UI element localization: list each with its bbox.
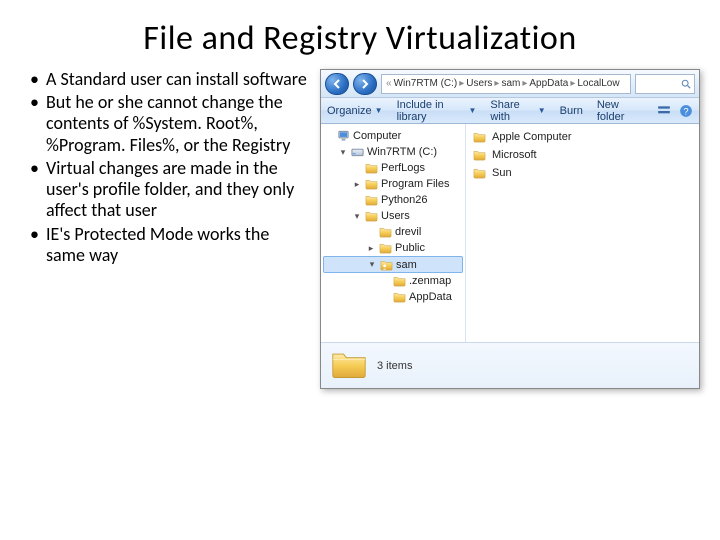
share-with-button[interactable]: Share with▼ <box>490 99 545 123</box>
tree-node[interactable]: Python26 <box>323 192 463 208</box>
folder-icon <box>364 178 378 190</box>
tree-node-label: AppData <box>409 291 452 303</box>
drive-icon <box>350 146 364 158</box>
list-item-label: Microsoft <box>492 149 537 161</box>
expander-icon[interactable]: ▾ <box>339 147 347 158</box>
folder-icon <box>378 226 392 238</box>
folder-icon <box>364 210 378 222</box>
tree-node-label: .zenmap <box>409 275 451 287</box>
tree-node-label: Users <box>381 210 410 222</box>
list-item-label: Apple Computer <box>492 131 572 143</box>
tree-node-label: Computer <box>353 130 401 142</box>
view-options-icon[interactable] <box>657 104 671 118</box>
expander-icon[interactable]: ▸ <box>367 243 375 254</box>
chevron-right-icon: ▸ <box>570 78 575 89</box>
folder-icon <box>364 194 378 206</box>
arrow-left-icon <box>332 79 342 89</box>
content-pane[interactable]: Apple Computer Microsoft Sun <box>466 124 699 342</box>
breadcrumb-segment[interactable]: Users <box>466 78 492 89</box>
details-pane: 3 items <box>321 342 699 388</box>
tree-node[interactable]: ▾ Win7RTM (C:) <box>323 144 463 160</box>
folder-icon <box>472 131 486 143</box>
chevron-down-icon: ▼ <box>538 106 546 115</box>
tree-node[interactable]: Computer <box>323 128 463 144</box>
folder-icon <box>364 162 378 174</box>
help-icon[interactable]: ? <box>679 104 693 118</box>
arrow-right-icon <box>360 79 370 89</box>
tree-node-label: PerfLogs <box>381 162 425 174</box>
tree-node[interactable]: PerfLogs <box>323 160 463 176</box>
tree-node[interactable]: ▾ Users <box>323 208 463 224</box>
address-bar[interactable]: « Win7RTM (C:) ▸ Users ▸ sam ▸ AppData ▸… <box>381 74 631 94</box>
list-item-label: Sun <box>492 167 512 179</box>
expander-icon[interactable]: ▾ <box>368 259 376 270</box>
explorer-window: « Win7RTM (C:) ▸ Users ▸ sam ▸ AppData ▸… <box>320 69 700 389</box>
bullet-list: A Standard user can install softwareBut … <box>30 69 310 389</box>
folder-icon <box>472 167 486 179</box>
breadcrumb-segment[interactable]: Win7RTM (C:) <box>394 78 458 89</box>
bullet-item: Virtual changes are made in the user's p… <box>30 158 310 222</box>
breadcrumb-segment[interactable]: sam <box>501 78 520 89</box>
search-input[interactable] <box>635 74 695 94</box>
nav-back-button[interactable] <box>325 73 349 95</box>
status-text: 3 items <box>377 360 412 372</box>
tree-node[interactable]: AppData <box>323 289 463 305</box>
bullet-item: A Standard user can install software <box>30 69 310 90</box>
tree-node-label: Win7RTM (C:) <box>367 146 437 158</box>
computer-icon <box>336 130 350 142</box>
search-icon <box>681 79 691 89</box>
tree-node[interactable]: drevil <box>323 224 463 240</box>
folder-icon <box>392 275 406 287</box>
list-item[interactable]: Microsoft <box>472 146 693 164</box>
chevron-right-icon: ▸ <box>494 78 499 89</box>
expander-icon[interactable]: ▾ <box>353 211 361 222</box>
chevron-right-icon: ▸ <box>522 78 527 89</box>
slide-title: File and Registry Virtualization <box>0 0 720 65</box>
tree-node[interactable]: .zenmap <box>323 273 463 289</box>
bullet-item: IE's Protected Mode works the same way <box>30 224 310 266</box>
folder-icon <box>472 149 486 161</box>
chevron-down-icon: ▼ <box>375 106 383 115</box>
folder-icon <box>378 242 392 254</box>
tree-node[interactable]: ▸ Program Files <box>323 176 463 192</box>
folder-icon <box>331 348 367 383</box>
tree-node-label: sam <box>396 259 417 271</box>
list-item[interactable]: Apple Computer <box>472 128 693 146</box>
include-library-button[interactable]: Include in library▼ <box>397 99 477 123</box>
folder-icon <box>392 291 406 303</box>
user-icon <box>379 259 393 271</box>
chevron-down-icon: ▼ <box>469 106 477 115</box>
new-folder-button[interactable]: New folder <box>597 99 643 123</box>
list-item[interactable]: Sun <box>472 164 693 182</box>
tree-node[interactable]: ▸ Public <box>323 240 463 256</box>
tree-node-label: Program Files <box>381 178 449 190</box>
breadcrumb-segment[interactable]: LocalLow <box>577 78 619 89</box>
bullet-item: But he or she cannot change the contents… <box>30 92 310 156</box>
tree-node-label: Public <box>395 242 425 254</box>
nav-forward-button[interactable] <box>353 73 377 95</box>
tree-node-label: Python26 <box>381 194 427 206</box>
titlebar: « Win7RTM (C:) ▸ Users ▸ sam ▸ AppData ▸… <box>321 70 699 98</box>
svg-text:?: ? <box>683 106 688 116</box>
breadcrumb-segment[interactable]: AppData <box>529 78 568 89</box>
tree-node-label: drevil <box>395 226 421 238</box>
chevron-right-icon: ▸ <box>459 78 464 89</box>
burn-button[interactable]: Burn <box>560 105 583 117</box>
organize-button[interactable]: Organize▼ <box>327 105 383 117</box>
navigation-pane[interactable]: Computer ▾ Win7RTM (C:) PerfLogs ▸ Program Fi… <box>321 124 466 342</box>
tree-node[interactable]: ▾ sam <box>323 256 463 273</box>
expander-icon[interactable]: ▸ <box>353 179 361 190</box>
toolbar: Organize▼ Include in library▼ Share with… <box>321 98 699 124</box>
